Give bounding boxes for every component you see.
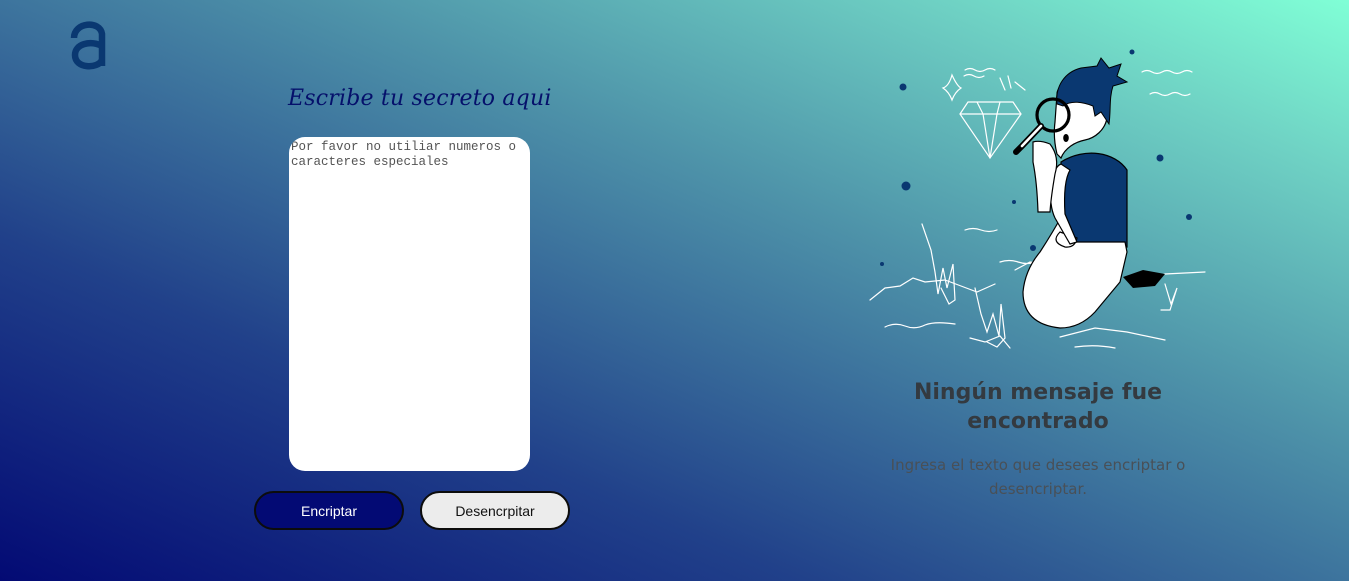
alura-logo-icon [70, 21, 106, 70]
input-heading: Escribe tu secreto aqui [288, 86, 552, 111]
no-message-title: Ningún mensaje fue encontrado [913, 380, 1163, 434]
person-magnifying-glass-illustration [869, 49, 1206, 349]
decrypt-button[interactable]: Desencrpitar [420, 491, 570, 530]
no-message-subtitle: Ingresa el texto que desees encriptar o … [890, 456, 1186, 498]
secret-text-input[interactable] [289, 137, 530, 471]
encrypt-button[interactable]: Encriptar [254, 491, 404, 530]
